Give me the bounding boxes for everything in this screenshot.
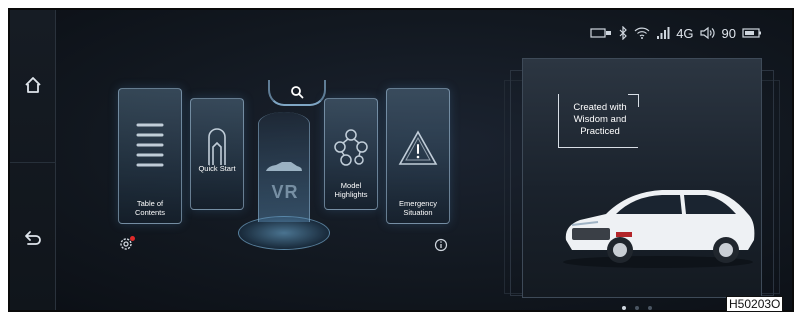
page-dot[interactable] (648, 306, 652, 310)
side-panel (10, 10, 56, 310)
car-image (563, 190, 755, 268)
card-label: Quick Start (193, 164, 241, 173)
notification-dot (130, 236, 135, 241)
back-button[interactable] (10, 162, 56, 310)
emergency-situation-card[interactable]: Emergency Situation (386, 88, 450, 224)
bluetooth-icon (619, 26, 628, 40)
usb-icon (590, 28, 612, 38)
table-of-contents-card[interactable]: Table of Contents (118, 88, 182, 224)
battery-icon (742, 28, 761, 38)
slogan-line: Wisdom and (573, 114, 627, 125)
quick-start-card[interactable]: Quick Start (190, 98, 244, 210)
card-label: Emergency Situation (389, 199, 447, 217)
volume-level: 90 (721, 25, 736, 41)
page-indicator[interactable] (622, 306, 652, 310)
search-icon (291, 86, 304, 99)
slogan-line: Practiced (580, 126, 620, 137)
page-dot[interactable] (635, 306, 639, 310)
page-dot[interactable] (622, 306, 626, 310)
card-label-line: Contents (134, 208, 166, 217)
card-label: Table of Contents (121, 199, 179, 217)
card-label-line: Quick Start (198, 164, 236, 173)
slogan-text: Created with Wisdom and Practiced (558, 102, 642, 138)
network-type: 4G (676, 25, 694, 41)
card-label-line: Table of (136, 199, 164, 208)
molecule-icon (334, 129, 368, 166)
slogan-line: Created with (573, 102, 627, 113)
back-arrow-icon (25, 230, 41, 245)
warning-icon (398, 130, 438, 165)
signal-icon (657, 27, 670, 39)
card-label-line: Situation (403, 208, 433, 217)
list-icon (136, 123, 164, 167)
figure-code: H50203O (726, 296, 784, 312)
search-button[interactable] (268, 80, 326, 106)
status-bar: 4G 90 (590, 24, 762, 42)
vr-label: VR (271, 182, 299, 202)
wifi-icon (634, 27, 650, 39)
screen-frame: 4G 90 Table of Contents Quick Start VR M… (8, 8, 794, 312)
home-icon (25, 77, 41, 93)
info-icon[interactable] (434, 238, 448, 252)
home-button[interactable] (10, 10, 56, 160)
seat-icon (208, 128, 226, 165)
car-icon (266, 162, 302, 171)
card-label-line: Model (340, 181, 362, 190)
card-label-line: Emergency (399, 199, 437, 208)
card-label-line: Highlights (334, 190, 368, 199)
volume-icon (699, 26, 715, 40)
model-highlights-card[interactable]: Model Highlights (324, 98, 378, 210)
card-label: Model Highlights (327, 181, 375, 199)
